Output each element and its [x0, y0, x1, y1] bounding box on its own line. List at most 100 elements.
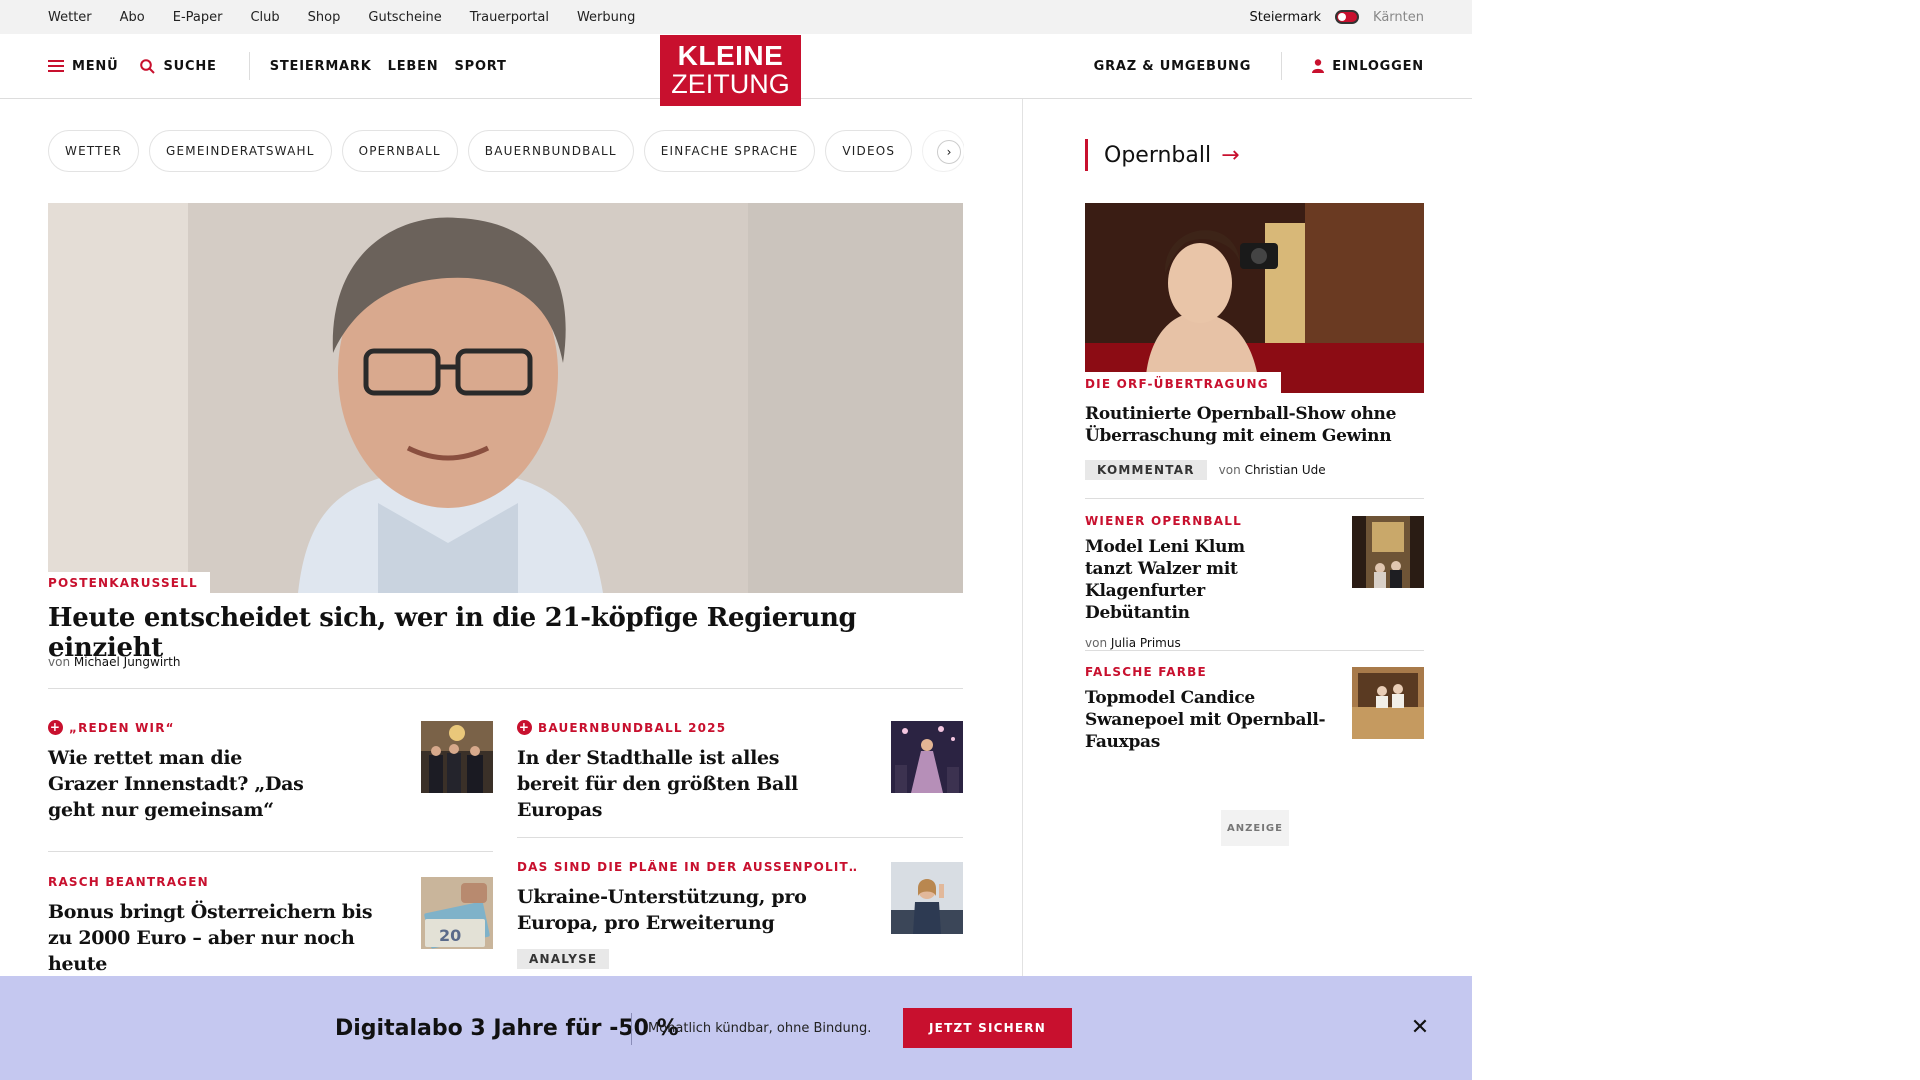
teaser-thumbnail[interactable] [421, 721, 493, 793]
utility-link-club[interactable]: Club [250, 10, 279, 25]
nav-leben[interactable]: LEBEN [388, 59, 439, 74]
chip-bauernbundball[interactable]: BAUERNBUNDBALL [467, 130, 634, 172]
sidebar-lead-byline: von Christian Ude [1219, 463, 1326, 477]
ad-label: ANZEIGE [1221, 810, 1289, 846]
thumb-opera-box-image [1352, 667, 1424, 739]
teaser-kicker-text: „REDEN WIR“ [69, 720, 175, 735]
hero-portrait [48, 203, 963, 593]
byline-author[interactable]: Christian Ude [1245, 463, 1326, 477]
utility-link-shop[interactable]: Shop [308, 10, 341, 25]
login-button[interactable]: EINLOGGEN [1312, 59, 1424, 74]
divider [48, 688, 963, 689]
svg-text:20: 20 [439, 926, 461, 945]
teaser-kicker: DAS SIND DIE PLÄNE IN DER AUSSENPOLIT… [517, 860, 857, 874]
region-link-graz[interactable]: GRAZ & UMGEBUNG [1094, 59, 1252, 74]
teaser-headline[interactable]: Wie rettet man die Grazer Innenstadt? „D… [48, 745, 308, 823]
chip-opernball[interactable]: OPERNBALL [341, 130, 458, 172]
utility-link-epaper[interactable]: E-Paper [173, 10, 223, 25]
chevron-right-icon: › [946, 145, 952, 159]
teaser-tag-row: ANALYSE [517, 948, 857, 969]
column-divider [1022, 99, 1023, 979]
subscription-banner: Digitalabo 3 Jahre für -50 % Monatlich k… [0, 976, 1472, 1080]
region-steiermark[interactable]: Steiermark [1249, 10, 1321, 25]
teaser-thumbnail[interactable]: 20 [421, 877, 493, 949]
utility-link-trauerportal[interactable]: Trauerportal [470, 10, 549, 25]
region-switch: Steiermark Kärnten [1249, 0, 1424, 34]
sidebar-teaser-thumbnail[interactable] [1352, 667, 1424, 739]
search-icon [140, 58, 156, 74]
subscribe-button[interactable]: JETZT SICHERN [903, 1008, 1072, 1048]
close-banner-button[interactable]: ✕ [1409, 1017, 1431, 1039]
chip-scroll-right-button[interactable]: › [937, 140, 961, 164]
search-label: SUCHE [163, 58, 217, 74]
sidebar-teaser-byline: von Julia Primus [1085, 636, 1295, 650]
sidebar-section-opernball[interactable]: Opernball → [1085, 139, 1240, 171]
logo-line-1: KLEINE [677, 40, 784, 71]
teaser-headline[interactable]: In der Stadthalle ist alles bereit für d… [517, 745, 847, 823]
chip-einfache-sprache[interactable]: EINFACHE SPRACHE [643, 130, 816, 172]
teaser-thumbnail[interactable] [891, 721, 963, 793]
plus-icon: + [517, 720, 532, 735]
promo-divider [631, 1013, 632, 1045]
thumb-ballroom-image [1352, 516, 1424, 588]
teaser-kicker: RASCH BEANTRAGEN [48, 875, 398, 889]
menu-button[interactable]: MENÜ [48, 59, 118, 74]
teaser-card[interactable]: + BAUERNBUNDBALL 2025 In der Stadthalle … [517, 720, 847, 823]
utility-link-gutscheine[interactable]: Gutscheine [368, 10, 441, 25]
teaser-kicker: + BAUERNBUNDBALL 2025 [517, 720, 847, 735]
site-logo[interactable]: KLEINE ZEITUNG [660, 35, 801, 106]
teaser-headline[interactable]: Bonus bringt Österreichern bis zu 2000 E… [48, 899, 398, 977]
sidebar-teaser-kicker: WIENER OPERNBALL [1085, 514, 1242, 528]
utility-link-wetter[interactable]: Wetter [48, 10, 92, 25]
teaser-kicker-text: RASCH BEANTRAGEN [48, 875, 209, 889]
sidebar-lead-kicker: DIE ORF-ÜBERTRAGUNG [1085, 372, 1281, 394]
chip-wetter[interactable]: WETTER [48, 130, 140, 172]
region-toggle[interactable] [1335, 10, 1360, 24]
divider [1085, 650, 1424, 651]
sidebar-teaser[interactable]: WIENER OPERNBALL Model Leni Klum tanzt W… [1085, 514, 1295, 650]
commentary-tag: KOMMENTAR [1085, 460, 1207, 480]
teaser-card[interactable]: + „REDEN WIR“ Wie rettet man die Grazer … [48, 720, 408, 823]
analysis-tag: ANALYSE [517, 949, 610, 969]
promo-subtext: Monatlich kündbar, ohne Bindung. [648, 1020, 872, 1036]
header-divider-right [1281, 52, 1283, 80]
header-divider [248, 52, 250, 80]
plus-icon: + [48, 720, 63, 735]
nav-steiermark[interactable]: STEIERMARK [270, 59, 372, 74]
sidebar-lead-headline[interactable]: Routinierte Opernball-Show ohne Überrasc… [1085, 403, 1424, 447]
sidebar-heading: Opernball [1104, 142, 1212, 168]
sidebar-teaser-headline[interactable]: Model Leni Klum tanzt Walzer mit Klagenf… [1085, 536, 1295, 624]
close-icon: ✕ [1410, 1015, 1430, 1040]
sidebar-teaser-headline[interactable]: Topmodel Candice Swanepoel mit Opernball… [1085, 687, 1345, 753]
teaser-card[interactable]: DAS SIND DIE PLÄNE IN DER AUSSENPOLIT… U… [517, 860, 857, 969]
promo-headline: Digitalabo 3 Jahre für -50 % [335, 1015, 679, 1041]
sidebar-lead-image[interactable] [1085, 203, 1424, 393]
nav-sport[interactable]: SPORT [454, 59, 506, 74]
utility-bar: Wetter Abo E-Paper Club Shop Gutscheine … [0, 0, 1472, 34]
divider [1085, 498, 1424, 499]
chip-videos[interactable]: VIDEOS [825, 130, 913, 172]
chip-gemeinderatswahl[interactable]: GEMEINDERATSWAHL [149, 130, 332, 172]
teaser-headline[interactable]: Ukraine-Unterstützung, pro Europa, pro E… [517, 884, 857, 936]
arrow-right-icon: → [1221, 142, 1240, 168]
byline-author[interactable]: Michael Jungwirth [74, 655, 181, 669]
photographer-woman-image [1085, 203, 1424, 393]
utility-link-abo[interactable]: Abo [120, 10, 145, 25]
region-kaernten[interactable]: Kärnten [1373, 10, 1424, 25]
byline-author[interactable]: Julia Primus [1111, 636, 1181, 650]
hamburger-icon [48, 60, 64, 72]
teaser-thumbnail[interactable] [891, 862, 963, 934]
sidebar-teaser-kicker: FALSCHE FARBE [1085, 665, 1207, 679]
sidebar-teaser-thumbnail[interactable] [1352, 516, 1424, 588]
logo-line-2: ZEITUNG [671, 69, 790, 99]
hero-kicker: POSTENKARUSSELL [48, 572, 210, 594]
login-label: EINLOGGEN [1332, 58, 1424, 74]
hero-byline: von Michael Jungwirth [48, 655, 180, 669]
sidebar-teaser[interactable]: FALSCHE FARBE Topmodel Candice Swanepoel… [1085, 665, 1345, 753]
search-button[interactable]: SUCHE [140, 59, 216, 74]
hero-headline[interactable]: Heute entscheidet sich, wer in die 21-kö… [48, 603, 963, 663]
hero-image[interactable] [48, 203, 963, 593]
header-right: GRAZ & UMGEBUNG EINLOGGEN [1094, 34, 1424, 98]
utility-link-werbung[interactable]: Werbung [577, 10, 635, 25]
teaser-kicker: + „REDEN WIR“ [48, 720, 408, 735]
